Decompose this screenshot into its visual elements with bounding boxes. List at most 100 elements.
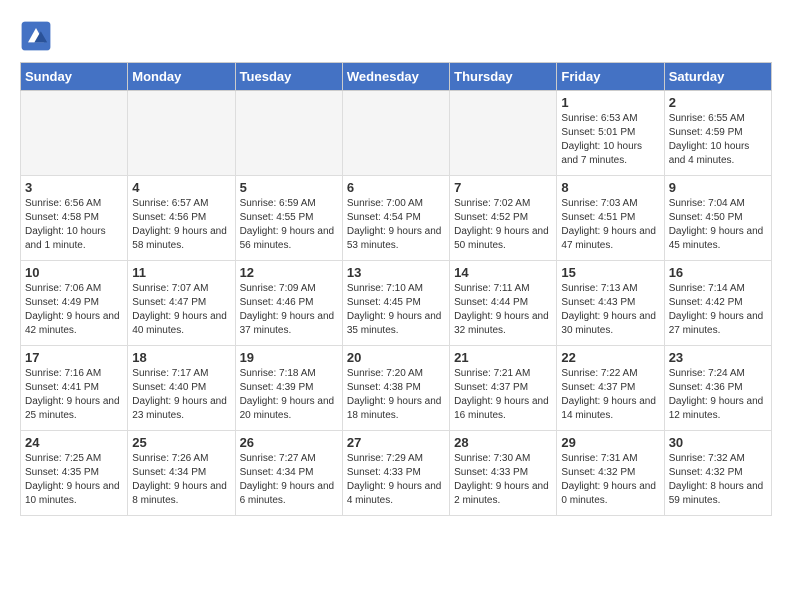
day-info: Sunrise: 7:32 AM Sunset: 4:32 PM Dayligh…	[669, 452, 767, 508]
column-header-tuesday: Tuesday	[235, 63, 342, 91]
calendar-cell: 14Sunrise: 7:11 AM Sunset: 4:44 PM Dayli…	[450, 261, 557, 346]
day-info: Sunrise: 7:27 AM Sunset: 4:34 PM Dayligh…	[240, 452, 338, 508]
day-number: 26	[240, 435, 338, 450]
day-number: 8	[561, 180, 659, 195]
calendar-cell: 15 Sunrise: 7:13 AM Sunset: 4:43 PM Dayli…	[557, 261, 664, 346]
calendar-cell	[450, 91, 557, 176]
day-info: Sunrise: 7:22 AM Sunset: 4:37 PM Dayligh…	[561, 367, 659, 423]
column-header-wednesday: Wednesday	[342, 63, 449, 91]
day-number: 24	[25, 435, 123, 450]
day-number: 23	[669, 350, 767, 365]
header-row: SundayMondayTuesdayWednesdayThursdayFrid…	[21, 63, 772, 91]
day-info: Sunrise: 7:03 AM Sunset: 4:51 PM Dayligh…	[561, 197, 659, 253]
calendar-cell: 21 Sunrise: 7:21 AM Sunset: 4:37 PM Dayli…	[450, 346, 557, 431]
logo-icon	[20, 20, 52, 52]
day-number: 27	[347, 435, 445, 450]
day-info: Sunrise: 7:16 AM Sunset: 4:41 PM Dayligh…	[25, 367, 123, 423]
column-header-saturday: Saturday	[664, 63, 771, 91]
day-info: Sunrise: 7:11 AM Sunset: 4:44 PM Dayligh…	[454, 282, 552, 338]
calendar-cell: 28 Sunrise: 7:30 AM Sunset: 4:33 PM Dayli…	[450, 431, 557, 516]
day-info: Sunrise: 7:30 AM Sunset: 4:33 PM Dayligh…	[454, 452, 552, 508]
day-number: 7	[454, 180, 552, 195]
calendar-cell: 24 Sunrise: 7:25 AM Sunset: 4:35 PM Dayli…	[21, 431, 128, 516]
day-number: 15	[561, 265, 659, 280]
calendar-cell: 22 Sunrise: 7:22 AM Sunset: 4:37 PM Dayli…	[557, 346, 664, 431]
column-header-sunday: Sunday	[21, 63, 128, 91]
day-number: 25	[132, 435, 230, 450]
day-info: Sunrise: 7:25 AM Sunset: 4:35 PM Dayligh…	[25, 452, 123, 508]
day-info: Sunrise: 7:14 AM Sunset: 4:42 PM Dayligh…	[669, 282, 767, 338]
calendar-cell: 4 Sunrise: 6:57 AM Sunset: 4:56 PM Daylig…	[128, 176, 235, 261]
calendar-cell	[235, 91, 342, 176]
day-number: 28	[454, 435, 552, 450]
day-info: Sunrise: 7:09 AM Sunset: 4:46 PM Dayligh…	[240, 282, 338, 338]
day-info: Sunrise: 7:29 AM Sunset: 4:33 PM Dayligh…	[347, 452, 445, 508]
day-info: Sunrise: 7:31 AM Sunset: 4:32 PM Dayligh…	[561, 452, 659, 508]
day-info: Sunrise: 7:17 AM Sunset: 4:40 PM Dayligh…	[132, 367, 230, 423]
day-number: 4	[132, 180, 230, 195]
calendar-cell: 5 Sunrise: 6:59 AM Sunset: 4:55 PM Daylig…	[235, 176, 342, 261]
day-number: 1	[561, 95, 659, 110]
calendar-week-2: 3 Sunrise: 6:56 AM Sunset: 4:58 PM Daylig…	[21, 176, 772, 261]
calendar-cell: 2Sunrise: 6:55 AM Sunset: 4:59 PM Daylig…	[664, 91, 771, 176]
calendar-cell	[342, 91, 449, 176]
calendar-cell: 3 Sunrise: 6:56 AM Sunset: 4:58 PM Daylig…	[21, 176, 128, 261]
calendar-week-5: 24 Sunrise: 7:25 AM Sunset: 4:35 PM Dayli…	[21, 431, 772, 516]
calendar-cell: 12Sunrise: 7:09 AM Sunset: 4:46 PM Dayli…	[235, 261, 342, 346]
calendar-cell: 29 Sunrise: 7:31 AM Sunset: 4:32 PM Dayli…	[557, 431, 664, 516]
calendar-cell: 30 Sunrise: 7:32 AM Sunset: 4:32 PM Dayli…	[664, 431, 771, 516]
calendar-cell: 16 Sunrise: 7:14 AM Sunset: 4:42 PM Dayli…	[664, 261, 771, 346]
day-number: 21	[454, 350, 552, 365]
day-number: 17	[25, 350, 123, 365]
day-number: 5	[240, 180, 338, 195]
day-info: Sunrise: 7:10 AM Sunset: 4:45 PM Dayligh…	[347, 282, 445, 338]
calendar-cell: 9 Sunrise: 7:04 AM Sunset: 4:50 PM Daylig…	[664, 176, 771, 261]
calendar-week-4: 17 Sunrise: 7:16 AM Sunset: 4:41 PM Dayli…	[21, 346, 772, 431]
day-info: Sunrise: 7:21 AM Sunset: 4:37 PM Dayligh…	[454, 367, 552, 423]
day-number: 3	[25, 180, 123, 195]
logo	[20, 20, 56, 52]
calendar-cell: 8 Sunrise: 7:03 AM Sunset: 4:51 PM Daylig…	[557, 176, 664, 261]
day-number: 16	[669, 265, 767, 280]
calendar-cell: 18 Sunrise: 7:17 AM Sunset: 4:40 PM Dayli…	[128, 346, 235, 431]
column-header-friday: Friday	[557, 63, 664, 91]
day-number: 13	[347, 265, 445, 280]
calendar-cell: 6Sunrise: 7:00 AM Sunset: 4:54 PM Daylig…	[342, 176, 449, 261]
calendar-cell: 27 Sunrise: 7:29 AM Sunset: 4:33 PM Dayli…	[342, 431, 449, 516]
day-number: 29	[561, 435, 659, 450]
day-number: 11	[132, 265, 230, 280]
calendar-cell: 20 Sunrise: 7:20 AM Sunset: 4:38 PM Dayli…	[342, 346, 449, 431]
calendar-cell	[21, 91, 128, 176]
day-info: Sunrise: 6:59 AM Sunset: 4:55 PM Dayligh…	[240, 197, 338, 253]
day-info: Sunrise: 7:04 AM Sunset: 4:50 PM Dayligh…	[669, 197, 767, 253]
day-number: 9	[669, 180, 767, 195]
day-info: Sunrise: 7:20 AM Sunset: 4:38 PM Dayligh…	[347, 367, 445, 423]
calendar-cell: 25 Sunrise: 7:26 AM Sunset: 4:34 PM Dayli…	[128, 431, 235, 516]
day-info: Sunrise: 6:55 AM Sunset: 4:59 PM Dayligh…	[669, 112, 767, 168]
day-number: 18	[132, 350, 230, 365]
calendar-table: SundayMondayTuesdayWednesdayThursdayFrid…	[20, 62, 772, 516]
column-header-monday: Monday	[128, 63, 235, 91]
day-number: 20	[347, 350, 445, 365]
day-info: Sunrise: 6:57 AM Sunset: 4:56 PM Dayligh…	[132, 197, 230, 253]
day-info: Sunrise: 7:13 AM Sunset: 4:43 PM Dayligh…	[561, 282, 659, 338]
calendar-cell: 11Sunrise: 7:07 AM Sunset: 4:47 PM Dayli…	[128, 261, 235, 346]
day-number: 22	[561, 350, 659, 365]
day-number: 30	[669, 435, 767, 450]
day-info: Sunrise: 7:26 AM Sunset: 4:34 PM Dayligh…	[132, 452, 230, 508]
day-info: Sunrise: 7:02 AM Sunset: 4:52 PM Dayligh…	[454, 197, 552, 253]
calendar-cell: 7 Sunrise: 7:02 AM Sunset: 4:52 PM Daylig…	[450, 176, 557, 261]
calendar-cell: 23Sunrise: 7:24 AM Sunset: 4:36 PM Dayli…	[664, 346, 771, 431]
day-number: 19	[240, 350, 338, 365]
calendar-cell: 17 Sunrise: 7:16 AM Sunset: 4:41 PM Dayli…	[21, 346, 128, 431]
calendar-cell: 26 Sunrise: 7:27 AM Sunset: 4:34 PM Dayli…	[235, 431, 342, 516]
day-info: Sunrise: 6:56 AM Sunset: 4:58 PM Dayligh…	[25, 197, 123, 253]
calendar-cell: 10Sunrise: 7:06 AM Sunset: 4:49 PM Dayli…	[21, 261, 128, 346]
day-info: Sunrise: 7:18 AM Sunset: 4:39 PM Dayligh…	[240, 367, 338, 423]
calendar-week-1: 1Sunrise: 6:53 AM Sunset: 5:01 PM Daylig…	[21, 91, 772, 176]
page-header	[20, 20, 772, 52]
calendar-week-3: 10Sunrise: 7:06 AM Sunset: 4:49 PM Dayli…	[21, 261, 772, 346]
calendar-cell	[128, 91, 235, 176]
day-info: Sunrise: 7:00 AM Sunset: 4:54 PM Dayligh…	[347, 197, 445, 253]
day-info: Sunrise: 7:06 AM Sunset: 4:49 PM Dayligh…	[25, 282, 123, 338]
